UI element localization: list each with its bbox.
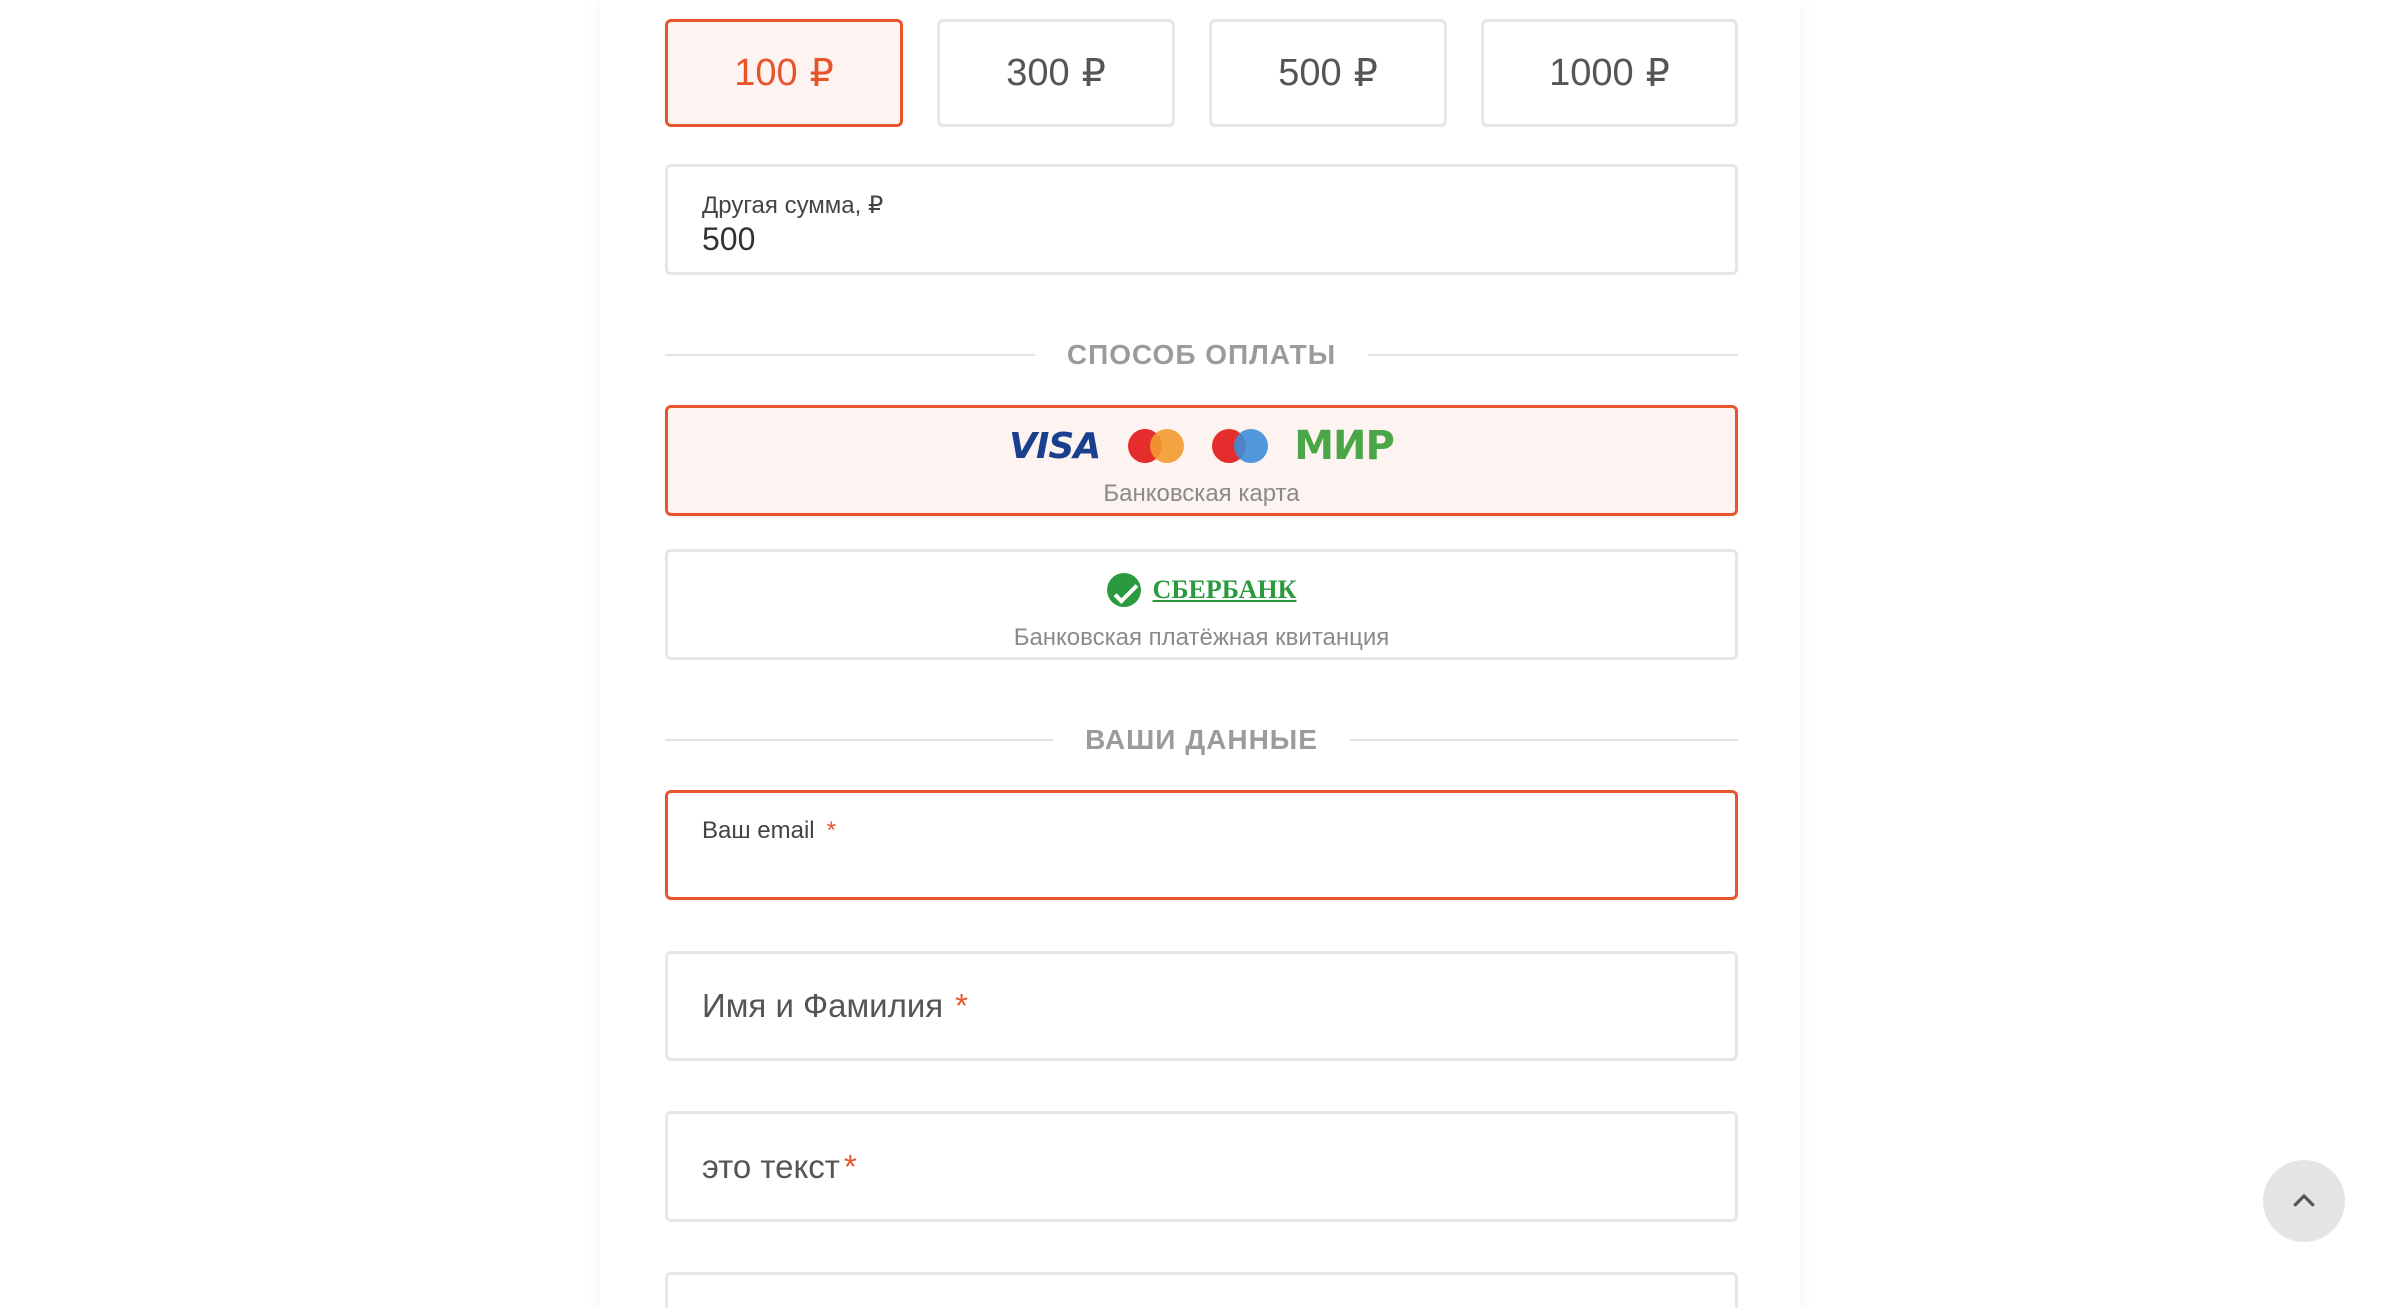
card-logos: VISA МИР xyxy=(668,423,1735,469)
divider-line xyxy=(1368,354,1739,356)
other-amount-label: Другая сумма, ₽ xyxy=(702,192,884,219)
amount-value: 100 xyxy=(734,51,798,94)
amount-value: 1000 xyxy=(1549,51,1634,94)
amount-option-100[interactable]: 100 ₽ xyxy=(665,19,903,127)
name-label: Имя и Фамилия * xyxy=(702,987,969,1024)
amount-value: 300 xyxy=(1006,51,1070,94)
currency-symbol: ₽ xyxy=(1353,52,1378,95)
your-data-section-divider: ВАШИ ДАННЫЕ xyxy=(665,720,1739,760)
mastercard-logo-icon xyxy=(1128,429,1185,463)
sberbank-logo-text: СБЕРБАНК xyxy=(1152,575,1297,604)
text-label: это текст * xyxy=(702,1147,857,1185)
payment-method-caption: Банковская платёжная квитанция xyxy=(1013,624,1390,651)
payment-method-card[interactable]: VISA МИР Банковская карта xyxy=(665,405,1738,516)
amount-options: 100 ₽ 300 ₽ 500 ₽ 1000 ₽ xyxy=(665,19,1738,131)
chevron-up-icon xyxy=(2293,1194,2315,1207)
visa-logo-icon: VISA xyxy=(1009,425,1101,467)
amount-value: 500 xyxy=(1278,51,1342,94)
divider-line xyxy=(665,739,1054,741)
mir-logo-icon: МИР xyxy=(1294,423,1395,469)
donation-form-card: 100 ₽ 300 ₽ 500 ₽ 1000 ₽ Другая сумма, ₽… xyxy=(600,0,1800,1308)
your-data-section-title: ВАШИ ДАННЫЕ xyxy=(1085,724,1318,755)
divider-line xyxy=(1349,739,1739,741)
sberbank-logo: СБЕРБАНК xyxy=(668,568,1735,612)
sberbank-logo-icon xyxy=(1106,573,1141,607)
amount-option-1000[interactable]: 1000 ₽ xyxy=(1481,19,1738,127)
other-amount-field[interactable]: Другая сумма, ₽ 500 xyxy=(665,164,1738,275)
payment-section-divider: СПОСОБ ОПЛАТЫ xyxy=(665,335,1739,375)
payment-section-title: СПОСОБ ОПЛАТЫ xyxy=(1066,339,1337,370)
currency-symbol: ₽ xyxy=(1081,52,1106,95)
maestro-logo-icon xyxy=(1212,429,1269,463)
currency-symbol: ₽ xyxy=(809,52,834,95)
text-field[interactable]: это текст * xyxy=(665,1111,1738,1222)
currency-symbol: ₽ xyxy=(1645,52,1670,95)
email-field[interactable]: Ваш email * xyxy=(665,790,1738,900)
next-field-partial[interactable] xyxy=(665,1272,1738,1308)
scroll-to-top-button[interactable] xyxy=(2263,1160,2345,1242)
divider-line xyxy=(665,354,1035,356)
other-amount-value[interactable]: 500 xyxy=(702,221,755,258)
payment-method-caption: Банковская карта xyxy=(1103,480,1300,507)
donation-page: 100 ₽ 300 ₽ 500 ₽ 1000 ₽ Другая сумма, ₽… xyxy=(0,0,2400,1308)
name-field[interactable]: Имя и Фамилия * xyxy=(665,951,1738,1061)
amount-option-500[interactable]: 500 ₽ xyxy=(1209,19,1447,127)
email-label: Ваш email * xyxy=(702,817,836,844)
amount-option-300[interactable]: 300 ₽ xyxy=(937,19,1175,127)
payment-method-sberbank[interactable]: СБЕРБАНК Банковская платёжная квитанция xyxy=(665,549,1738,660)
